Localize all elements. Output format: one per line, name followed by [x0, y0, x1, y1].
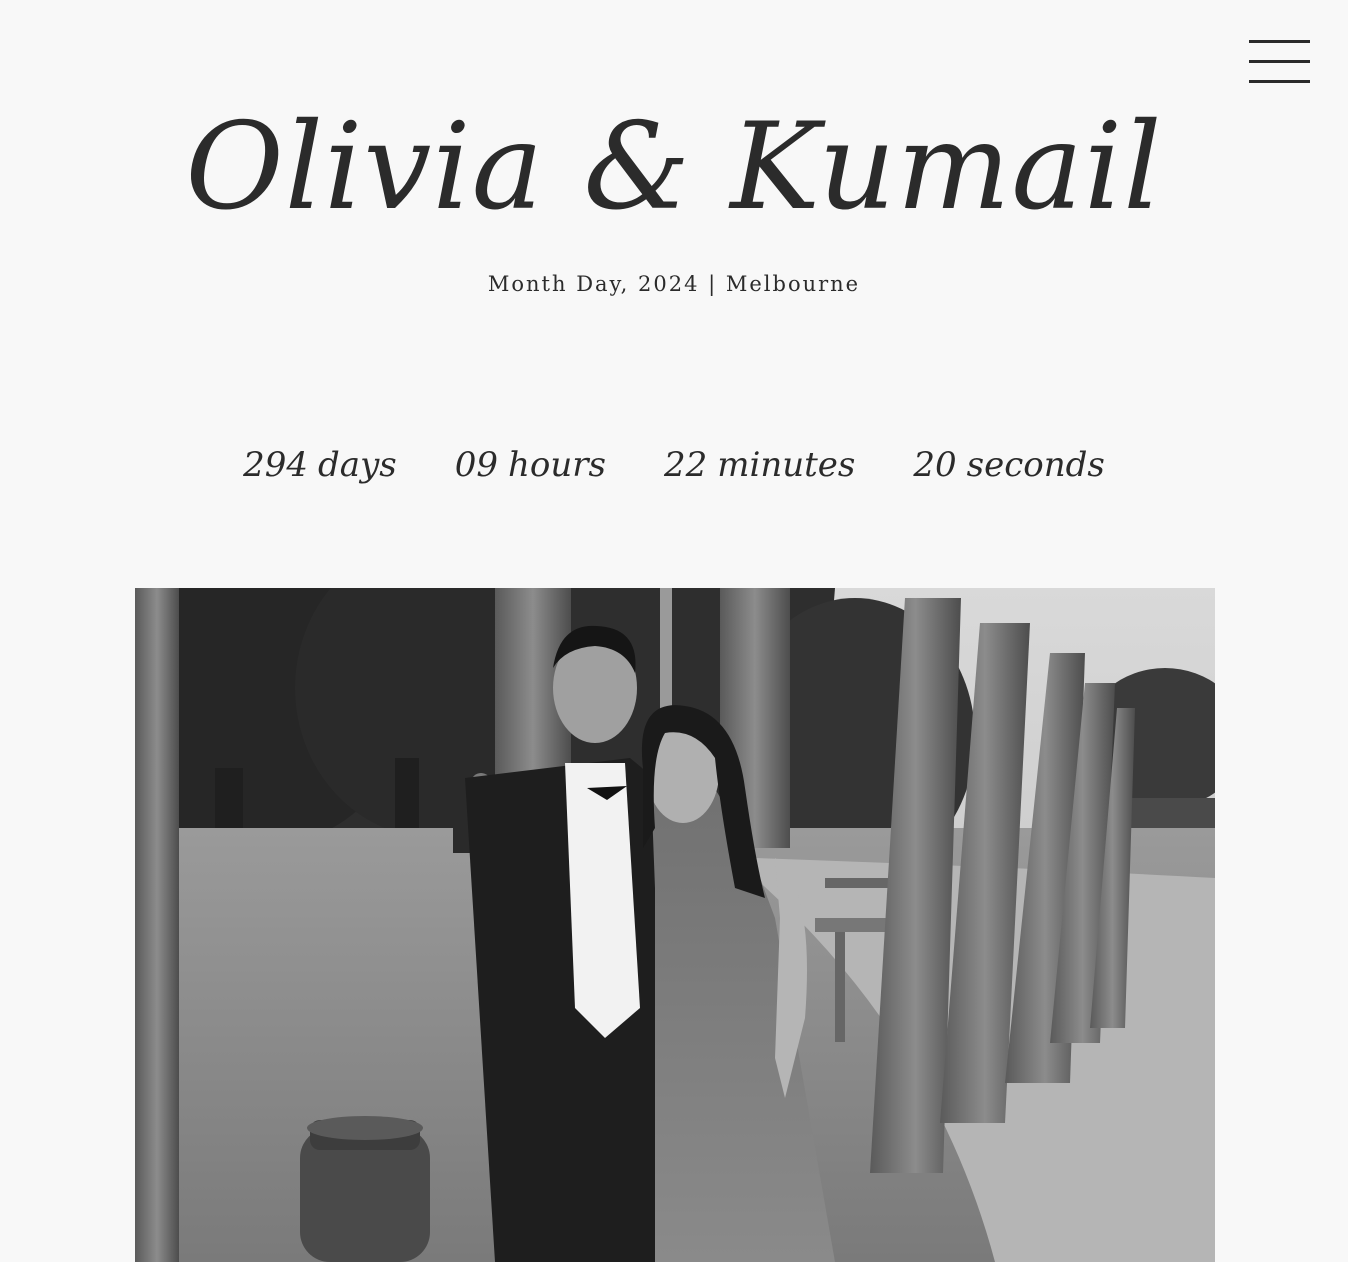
menu-bar-bottom	[1249, 80, 1310, 83]
countdown-days-value: 294	[243, 445, 309, 485]
countdown-hours: 09 hours	[455, 440, 606, 490]
countdown-days-unit: days	[318, 445, 397, 485]
countdown-hours-value: 09	[454, 445, 498, 485]
countdown-minutes-value: 22	[663, 445, 708, 485]
countdown-seconds-value: 20	[913, 445, 957, 485]
countdown-seconds-unit: seconds	[966, 445, 1105, 485]
menu-bar-top	[1249, 40, 1310, 43]
date-location-subtitle: Month Day, 2024 | Melbourne	[487, 272, 861, 296]
countdown-days: 294 days	[243, 440, 397, 490]
menu-bar-middle	[1249, 60, 1310, 63]
countdown-seconds: 20 seconds	[913, 440, 1104, 490]
couple-photo	[135, 588, 1215, 1262]
countdown-minutes: 22 minutes	[664, 440, 855, 490]
couple-names-title: Olivia & Kumail	[185, 98, 1163, 237]
countdown-hours-unit: hours	[508, 445, 606, 485]
countdown-timer: 294 days 09 hours 22 minutes 20 seconds	[0, 440, 1348, 490]
countdown-minutes-unit: minutes	[717, 445, 856, 485]
hamburger-menu-icon[interactable]	[1249, 38, 1311, 86]
